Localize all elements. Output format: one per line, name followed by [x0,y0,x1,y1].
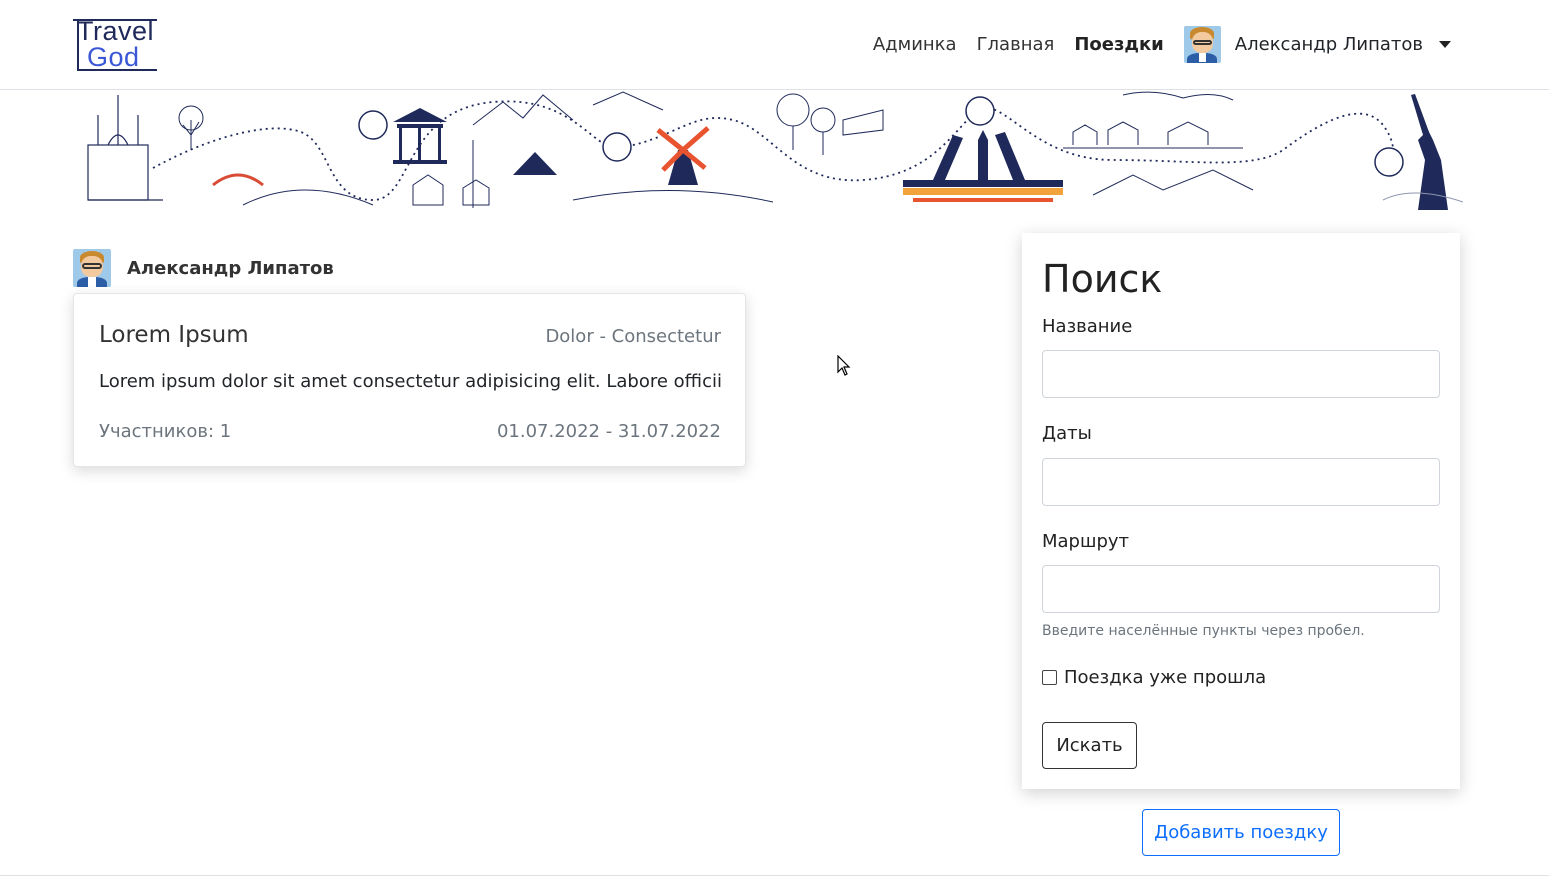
village-illustration [412,140,490,208]
mosque-illustration [87,95,163,201]
owner-avatar [73,249,111,287]
search-panel: Поиск Название Даты Маршрут Введите насе… [1022,233,1460,789]
trip-card[interactable]: Lorem Ipsum Dolor - Consectetur Lorem ip… [73,293,746,467]
travelgod-logo[interactable]: Travel God [73,16,159,74]
logo-text-god: God [87,42,140,72]
main-nav: Админка Главная Поездки Александр Липато… [873,24,1451,64]
past-trip-checkbox[interactable] [1042,670,1057,685]
add-trip-button[interactable]: Добавить поездку [1142,809,1340,856]
route-stop [1374,147,1404,177]
travel-route-banner [87,91,1463,210]
drawbridge-illustration [903,130,1063,202]
trip-route: Dolor - Consectetur [545,326,721,347]
nav-link-home[interactable]: Главная [977,34,1055,55]
members-label: Участников: [99,421,215,442]
route-path [152,100,1395,201]
user-menu-name: Александр Липатов [1234,33,1423,55]
mouse-cursor-icon [837,355,851,376]
past-trip-label: Поездка уже прошла [1064,667,1267,688]
trip-owner[interactable]: Александр Липатов [73,249,334,287]
nav-link-trips[interactable]: Поездки [1074,34,1163,55]
hills-illustration [242,189,374,206]
name-input[interactable] [1042,350,1440,398]
gazebo-illustration [393,108,447,164]
route-stop [965,96,995,126]
farm-illustration [1063,91,1254,196]
route-help-text: Введите населённые пункты через пробел. [1042,623,1365,639]
navbar: Travel God Админка Главная Поездки Алекс… [0,0,1549,90]
mountains-illustration [472,94,574,126]
dates-input[interactable] [1042,458,1440,506]
route-input[interactable] [1042,565,1440,613]
members-count: 1 [219,421,232,442]
tent-illustration [513,152,557,175]
trip-description: Lorem ipsum dolor sit amet consectetur a… [99,371,722,392]
dates-label: Даты [1042,423,1092,444]
route-stop [358,110,388,140]
user-avatar [1183,25,1221,63]
forest-illustration [776,93,884,155]
trip-members: Участников: 1 [99,421,231,442]
footer-divider [0,875,1549,876]
trip-dates: 01.07.2022 - 31.07.2022 [496,421,721,442]
user-menu-dropdown[interactable]: Александр Липатов [1183,25,1451,63]
tree-illustration [178,105,204,150]
search-button[interactable]: Искать [1042,722,1137,769]
trip-title: Lorem Ipsum [99,322,249,348]
windmill-illustration [572,126,774,203]
logo-text-travel: Travel [77,16,155,46]
trip-owner-name: Александр Липатов [127,257,334,279]
past-trip-checkbox-row[interactable]: Поездка уже прошла [1042,667,1266,688]
nav-link-admin[interactable]: Админка [873,34,957,55]
chevron-down-icon [1439,40,1451,48]
route-stop [602,132,632,162]
name-label: Название [1042,316,1133,337]
bridge-illustration [212,173,264,187]
route-label: Маршрут [1042,531,1130,552]
search-heading: Поиск [1042,257,1163,301]
